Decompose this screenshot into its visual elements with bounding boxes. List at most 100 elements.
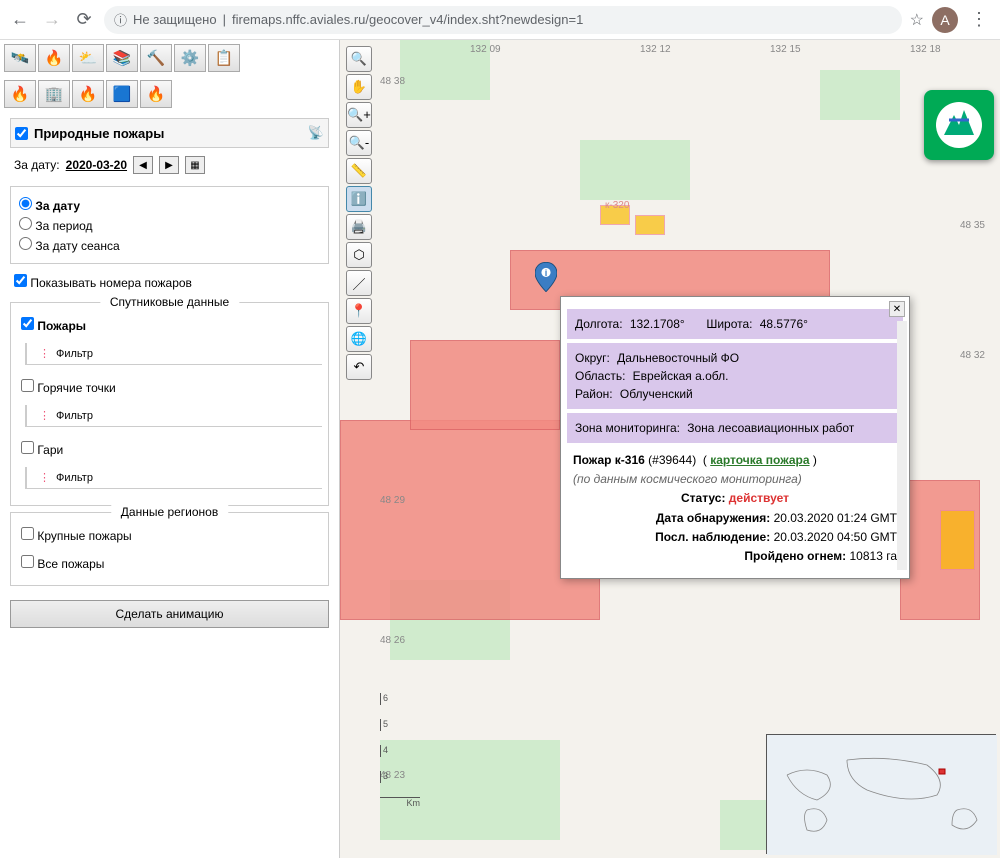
map-area[interactable]: 132 09 132 12 132 15 132 18 48 38 48 35 …: [340, 40, 1000, 858]
globe-icon[interactable]: 🌐: [346, 326, 372, 352]
radio-by-date[interactable]: За дату: [19, 195, 320, 215]
big-fires-label: Крупные пожары: [37, 529, 131, 543]
admin-block: Округ: Дальневосточный ФО Область: Еврей…: [567, 343, 903, 409]
url-bar[interactable]: ⓘ Не защищено | firemaps.nffc.aviales.ru…: [104, 6, 902, 34]
info-icon: ⓘ: [114, 10, 127, 29]
date-value[interactable]: 2020-03-20: [66, 158, 127, 172]
tool-fire-icon[interactable]: 🔥: [38, 44, 70, 72]
zoom-in-icon[interactable]: 🔍+: [346, 102, 372, 128]
forward-button[interactable]: →: [40, 8, 64, 32]
popup-close-icon[interactable]: ✕: [889, 301, 905, 317]
tool-hammer-icon[interactable]: 🔨: [140, 44, 172, 72]
hotspots-filter[interactable]: ⋮Фильтр: [25, 405, 322, 427]
tool-weather-icon[interactable]: ⛅: [72, 44, 104, 72]
subtool-building-icon[interactable]: 🏢: [38, 80, 70, 108]
security-text: Не защищено: [133, 12, 217, 27]
make-animation-button[interactable]: Сделать анимацию: [10, 600, 329, 628]
show-numbers-row[interactable]: Показывать номера пожаров: [10, 268, 329, 296]
polygon-icon[interactable]: ⬡: [346, 242, 372, 268]
lat-label-2: 48 32: [960, 350, 985, 361]
burns-row[interactable]: Гари: [17, 435, 322, 463]
burns-filter[interactable]: ⋮Фильтр: [25, 467, 322, 489]
line-icon[interactable]: ／: [346, 270, 372, 296]
profile-avatar[interactable]: A: [932, 7, 958, 33]
subtool-fire2-icon[interactable]: 🔥: [72, 80, 104, 108]
pan-icon[interactable]: ✋: [346, 74, 372, 100]
scale-bar: 6 5 4 3 Km: [380, 693, 420, 808]
zone-block: Зона мониторинга: Зона лесоавиационных р…: [567, 413, 903, 443]
zoom-out-icon[interactable]: 🔍-: [346, 130, 372, 156]
svg-text:i: i: [545, 268, 548, 278]
zoom-extent-icon[interactable]: 🔍: [346, 46, 372, 72]
fires-row[interactable]: Пожары: [17, 311, 322, 339]
region-data-title: Данные регионов: [111, 505, 228, 519]
lon-label-0: 132 09: [470, 44, 501, 55]
all-fires-label: Все пожары: [37, 557, 104, 571]
sidebar: 🛰️ 🔥 ⛅ 📚 🔨 ⚙️ 📋 🔥 🏢 🔥 🟦 🔥 Природные пожа…: [0, 40, 340, 858]
coords-block: Долгота: 132.1708° Широта: 48.5776°: [567, 309, 903, 339]
tool-gear-icon[interactable]: ⚙️: [174, 44, 206, 72]
fire-info-block: Пожар к-316 (#39644) ( карточка пожара )…: [567, 447, 903, 570]
hotspots-row[interactable]: Горячие точки: [17, 373, 322, 401]
print-icon[interactable]: 🖨️: [346, 214, 372, 240]
all-fires-row[interactable]: Все пожары: [17, 549, 322, 577]
lat-label-4: 48 26: [380, 635, 405, 646]
lat-label-3: 48 29: [380, 495, 405, 506]
wildfires-checkbox[interactable]: [15, 127, 28, 140]
info-tool-icon[interactable]: ℹ️: [346, 186, 372, 212]
fire-card-link[interactable]: карточка пожара: [710, 453, 809, 467]
lat-label-0: 48 38: [380, 76, 405, 87]
fire-subnote: (по данным космического мониторинга): [573, 472, 802, 486]
detect-date: 20.03.2020 01:24 GMT: [774, 511, 897, 525]
fires-checkbox[interactable]: [21, 317, 34, 330]
last-obs-date: 20.03.2020 04:50 GMT: [774, 530, 897, 544]
back-button[interactable]: ←: [8, 8, 32, 32]
radio-by-session[interactable]: За дату сеанса: [19, 235, 320, 255]
show-numbers-checkbox[interactable]: [14, 274, 27, 287]
burns-checkbox[interactable]: [21, 441, 34, 454]
mini-world-map[interactable]: [766, 734, 996, 854]
map-marker-icon: i: [535, 262, 557, 292]
menu-dots-icon[interactable]: ⋮: [966, 9, 992, 30]
lat-label-1: 48 35: [960, 220, 985, 231]
all-fires-checkbox[interactable]: [21, 555, 34, 568]
sub-toolbar: 🔥 🏢 🔥 🟦 🔥: [0, 76, 339, 112]
lon-label-1: 132 12: [640, 44, 671, 55]
reload-button[interactable]: ⟳: [72, 8, 96, 32]
k320-label: к-320: [605, 200, 629, 211]
tool-satellite-icon[interactable]: 🛰️: [4, 44, 36, 72]
big-fires-row[interactable]: Крупные пожары: [17, 521, 322, 549]
fires-filter[interactable]: ⋮Фильтр: [25, 343, 322, 365]
sat-data-title: Спутниковые данные: [100, 295, 239, 309]
star-icon[interactable]: ☆: [910, 10, 924, 30]
fire-status: действует: [729, 491, 789, 505]
undo-icon[interactable]: ↶: [346, 354, 372, 380]
browser-bar: ← → ⟳ ⓘ Не защищено | firemaps.nffc.avia…: [0, 0, 1000, 40]
hotspots-label: Горячие точки: [37, 381, 115, 395]
map-tools: 🔍 ✋ 🔍+ 🔍- 📏 ℹ️ 🖨️ ⬡ ／ 📍 🌐 ↶: [346, 46, 372, 380]
tool-table-icon[interactable]: 📋: [208, 44, 240, 72]
ruler-icon[interactable]: 📏: [346, 158, 372, 184]
date-prev-button[interactable]: ◀: [133, 156, 153, 174]
date-mode-group: За дату За период За дату сеанса: [10, 186, 329, 264]
lon-label-2: 132 15: [770, 44, 801, 55]
burned-area: 10813 га: [850, 549, 898, 563]
radio-by-period[interactable]: За период: [19, 215, 320, 235]
popup-scrollbar[interactable]: [897, 321, 907, 570]
wildfires-section-header[interactable]: Природные пожары 📡: [10, 118, 329, 148]
hotspots-checkbox[interactable]: [21, 379, 34, 392]
subtool-fire3-icon[interactable]: 🔥: [140, 80, 172, 108]
tool-layers-icon[interactable]: 📚: [106, 44, 138, 72]
subtool-blocks-icon[interactable]: 🟦: [106, 80, 138, 108]
fires-label: Пожары: [37, 319, 86, 333]
fire-name: Пожар к-316: [573, 453, 645, 467]
fire-id: (#39644): [648, 453, 696, 467]
pin-icon[interactable]: 📍: [346, 298, 372, 324]
date-label: За дату:: [14, 158, 60, 172]
big-fires-checkbox[interactable]: [21, 527, 34, 540]
lon-label-3: 132 18: [910, 44, 941, 55]
date-calendar-button[interactable]: ▦: [185, 156, 205, 174]
date-next-button[interactable]: ▶: [159, 156, 179, 174]
subtool-fire1-icon[interactable]: 🔥: [4, 80, 36, 108]
burns-label: Гари: [37, 443, 63, 457]
